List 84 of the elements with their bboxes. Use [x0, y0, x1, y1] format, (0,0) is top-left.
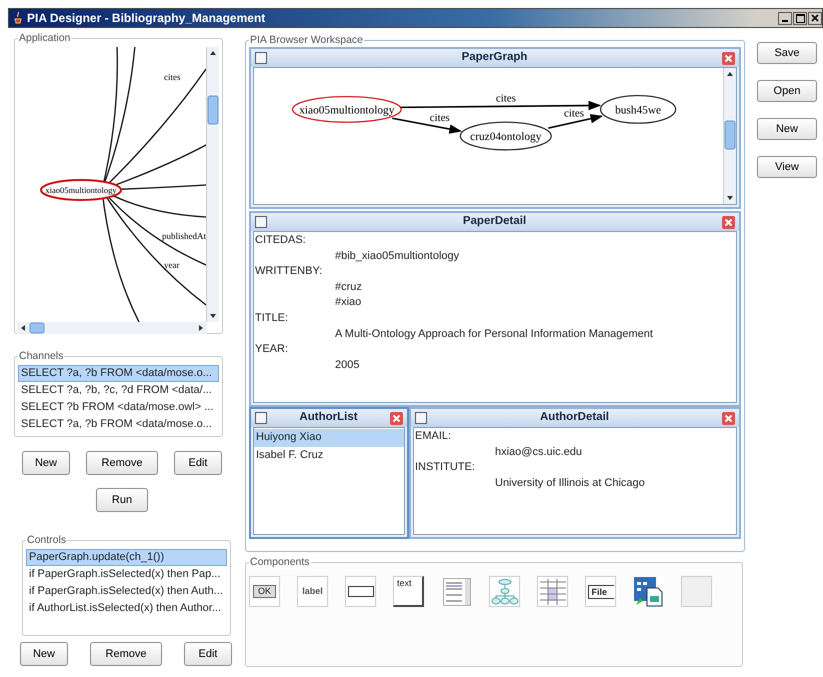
minimize-button[interactable] — [778, 12, 792, 24]
window-title: PaperDetail — [462, 214, 528, 230]
list-icon[interactable] — [441, 576, 472, 607]
edge-label: cites — [496, 92, 516, 104]
list-item[interactable]: SELECT ?a, ?b FROM <data/mose.o... — [18, 416, 219, 433]
button[interactable]: Open — [757, 80, 817, 102]
list-item[interactable]: if AuthorList.isSelected(x) then Author... — [26, 600, 227, 617]
field-label: YEAR: — [255, 342, 290, 358]
ok-label: OK — [252, 585, 276, 598]
field-value: #bib_xiao05multiontology — [335, 248, 460, 264]
file-component[interactable]: File — [585, 576, 616, 607]
scroll-thumb[interactable] — [724, 120, 736, 150]
field-label: TITLE: — [255, 310, 290, 326]
field-value: 2005 — [335, 358, 360, 373]
edge-label: cites — [164, 72, 180, 82]
close-icon — [811, 14, 819, 22]
edge-label: year — [164, 260, 180, 270]
close-icon[interactable] — [390, 412, 403, 424]
window-title: AuthorDetail — [539, 410, 610, 426]
button[interactable]: Save — [757, 42, 817, 64]
button[interactable]: View — [757, 156, 817, 178]
vertical-scrollbar[interactable] — [206, 47, 219, 322]
field-value: #cruz — [335, 280, 362, 295]
graph-node[interactable]: xiao05multiontology — [292, 96, 402, 123]
run-button[interactable]: Run — [96, 488, 148, 512]
maximize-icon — [796, 14, 804, 22]
button[interactable]: New — [22, 451, 70, 475]
group-label: PIA Browser Workspace — [249, 33, 364, 47]
application-icon[interactable] — [633, 576, 664, 607]
field-label: WRITTENBY: — [255, 264, 324, 280]
list-item[interactable]: SELECT ?a, ?b FROM <data/mose.o... — [18, 365, 219, 382]
window-title: PaperGraph — [460, 50, 528, 66]
button[interactable]: New — [757, 118, 817, 140]
edge-label: cites — [430, 112, 450, 124]
edge-label: cites — [564, 107, 584, 120]
field-value: A Multi-Ontology Approach for Personal Information Management — [335, 326, 653, 342]
field-value: University of Illinois at Chicago — [495, 476, 645, 491]
window-title: PIA Designer - Bibliography_Management — [26, 10, 266, 27]
graph-node[interactable]: cruz04ontology — [460, 122, 552, 150]
list-item[interactable]: Isabel F. Cruz — [254, 446, 404, 464]
app-icon — [12, 11, 24, 25]
close-icon[interactable] — [722, 52, 735, 64]
close-icon[interactable] — [722, 412, 735, 424]
horizontal-scrollbar[interactable] — [17, 322, 207, 334]
vertical-scrollbar[interactable] — [723, 68, 736, 204]
list-item[interactable]: SELECT ?a, ?b, ?c, ?d FROM <data/... — [18, 382, 219, 399]
group-label: Application — [18, 31, 72, 45]
button[interactable]: New — [20, 642, 68, 666]
scroll-thumb[interactable] — [207, 94, 219, 124]
window-icon[interactable] — [255, 216, 267, 228]
window-icon[interactable] — [415, 412, 427, 424]
field-value: hxiao@cs.uic.edu — [495, 444, 582, 460]
window-icon[interactable] — [255, 412, 267, 424]
list-item[interactable]: Huiyong Xiao — [254, 429, 404, 447]
scroll-thumb[interactable] — [29, 322, 45, 334]
field-label: EMAIL: — [415, 429, 452, 444]
button[interactable]: Edit — [174, 451, 222, 475]
close-icon[interactable] — [722, 216, 735, 228]
close-button[interactable] — [808, 12, 822, 24]
label-component[interactable]: label — [297, 576, 328, 607]
group-label: Components — [249, 555, 311, 569]
list-item[interactable]: if PaperGraph.isSelected(x) then Auth... — [26, 583, 227, 600]
table-icon[interactable] — [537, 576, 568, 607]
edge-label: publishedAt — [162, 231, 206, 241]
button[interactable]: Edit — [184, 642, 232, 666]
file-label: File — [588, 584, 614, 598]
maximize-button[interactable] — [793, 12, 807, 24]
field-label: INSTITUTE: — [415, 460, 476, 476]
field-label: CITEDAS: — [255, 233, 307, 248]
button[interactable]: Remove — [86, 451, 158, 475]
list-item[interactable]: PaperGraph.update(ch_1()) — [26, 549, 227, 566]
button-component[interactable]: OK — [249, 576, 280, 607]
tree-icon[interactable] — [489, 576, 520, 607]
field-value: #xiao — [335, 295, 362, 310]
textfield-component[interactable] — [345, 576, 376, 607]
list-item[interactable]: if PaperGraph.isSelected(x) then Pap... — [26, 566, 227, 583]
graph-node[interactable]: bush45we — [600, 94, 676, 124]
window-title: AuthorList — [298, 410, 359, 426]
window-icon[interactable] — [255, 52, 267, 64]
list-item[interactable]: SELECT ?b FROM <data/mose.owl> ... — [18, 399, 219, 416]
textfield-icon — [348, 586, 374, 598]
button[interactable]: Remove — [90, 642, 162, 666]
textarea-component[interactable]: text — [393, 576, 424, 607]
graph-node[interactable]: xiao05multiontology — [40, 179, 122, 201]
